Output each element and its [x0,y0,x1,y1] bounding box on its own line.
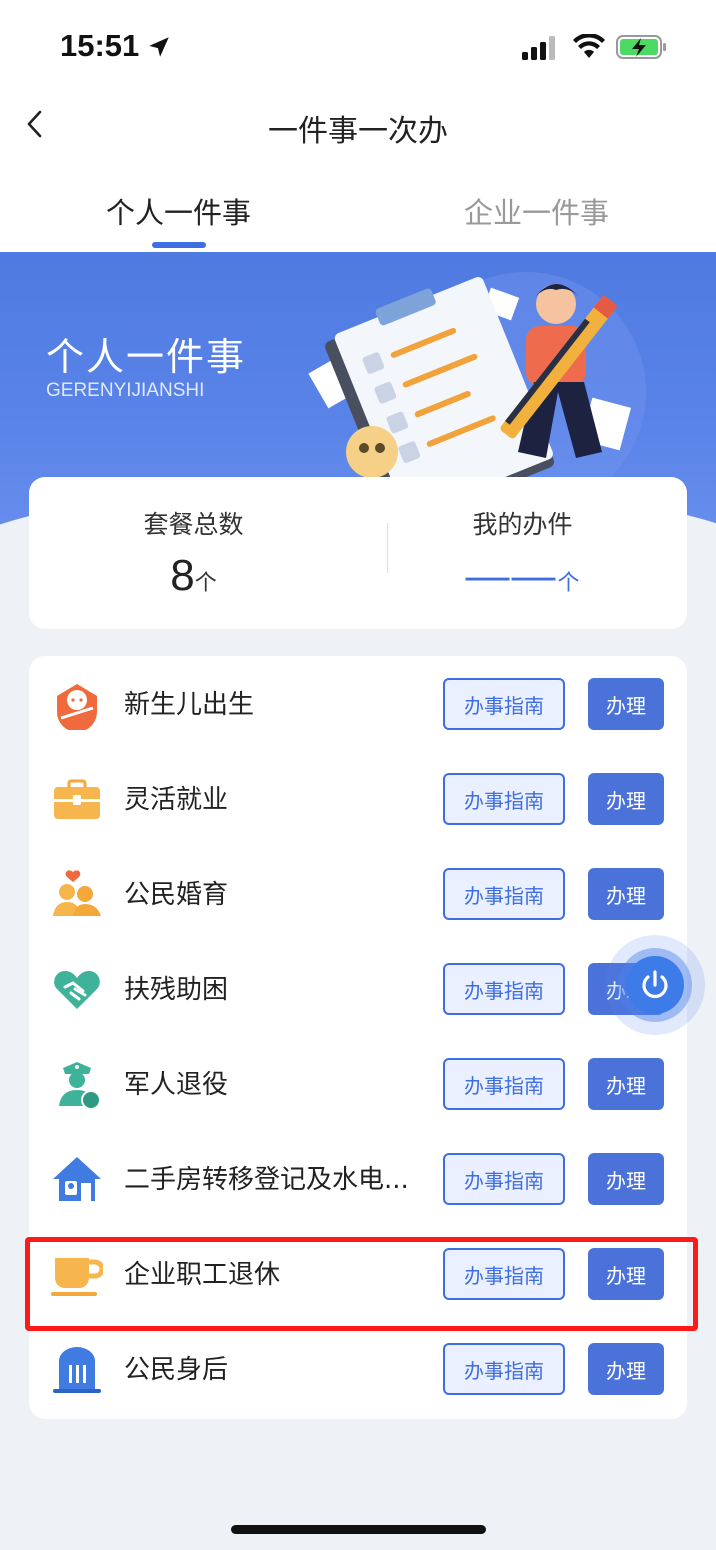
item-label: 公民身后 [124,1355,229,1385]
handle-button[interactable]: 办理 [588,868,664,920]
couple-icon [51,868,103,920]
list-item: 军人退役 办事指南 办理 [29,1036,687,1131]
handle-button[interactable]: 办理 [588,1343,664,1395]
item-label: 公民婚育 [124,880,229,910]
memorial-icon [51,1343,103,1395]
my-cases-number: —— [465,551,558,600]
my-cases-label: 我的办件 [472,510,573,539]
list-item: 灵活就业 办事指南 办理 [29,751,687,846]
location-arrow-icon [146,34,172,64]
handle-button[interactable]: 办理 [588,1153,664,1205]
item-label: 扶残助困 [124,975,229,1005]
item-label: 灵活就业 [124,785,229,815]
list-item: 二手房转移登记及水电... 办事指南 办理 [29,1131,687,1226]
home-indicator [231,1525,486,1534]
tab-enterprise[interactable]: 企业一件事 [464,190,609,232]
baby-icon [51,678,103,732]
package-total-value: 8个 [29,551,358,601]
power-icon [642,970,668,999]
briefcase-icon [51,773,103,825]
package-total-unit: 个 [194,571,217,596]
list-item: 公民身后 办事指南 办理 [29,1321,687,1416]
tab-personal[interactable]: 个人一件事 [106,190,251,232]
guide-button[interactable]: 办事指南 [443,1343,565,1395]
handle-button[interactable]: 办理 [588,1058,664,1110]
checklist-illustration [306,252,666,528]
stats-card: 套餐总数 8个 我的办件 ——个 [29,477,687,629]
guide-button[interactable]: 办事指南 [443,1153,565,1205]
list-item: 公民婚育 办事指南 办理 [29,846,687,941]
floating-button-core [626,956,684,1014]
list-item: 扶残助困 办事指南 办理 [29,941,687,1036]
battery-charging-icon [616,34,668,64]
package-total-stat: 套餐总数 8个 [29,505,358,601]
hero-subtitle: GERENYIJIANSHI [46,380,205,401]
floating-button-ring [618,948,692,1022]
soldier-icon [51,1058,103,1110]
guide-button[interactable]: 办事指南 [443,773,565,825]
highlight-box [25,1237,698,1331]
status-time: 15:51 [60,28,140,63]
guide-button[interactable]: 办事指南 [443,868,565,920]
wifi-icon [572,33,606,64]
handle-button[interactable]: 办理 [588,678,664,730]
navigation-bar: 一件事一次办 [0,96,716,154]
guide-button[interactable]: 办事指南 [443,678,565,730]
handshake-heart-icon [51,963,103,1015]
my-cases-stat[interactable]: 我的办件 ——个 [358,505,687,601]
hero-title: 个人一件事 [46,335,247,379]
handle-button[interactable]: 办理 [588,773,664,825]
package-total-label: 套餐总数 [143,510,244,539]
item-label: 二手房转移登记及水电... [124,1165,409,1195]
house-icon [51,1153,103,1205]
item-label: 军人退役 [124,1070,229,1100]
list-item: 新生儿出生 办事指南 办理 [29,656,687,751]
package-total-number: 8 [170,551,195,600]
page-title: 一件事一次办 [268,114,448,149]
active-tab-indicator [152,242,206,248]
item-label: 新生儿出生 [124,690,255,720]
my-cases-value: ——个 [358,551,687,601]
cellular-signal-icon [522,36,560,64]
guide-button[interactable]: 办事指南 [443,1058,565,1110]
floating-power-button[interactable] [605,935,705,1035]
my-cases-unit: 个 [557,571,580,596]
tab-bar: 个人一件事 企业一件事 [0,154,716,252]
guide-button[interactable]: 办事指南 [443,963,565,1015]
status-bar: 15:51 [0,0,716,96]
